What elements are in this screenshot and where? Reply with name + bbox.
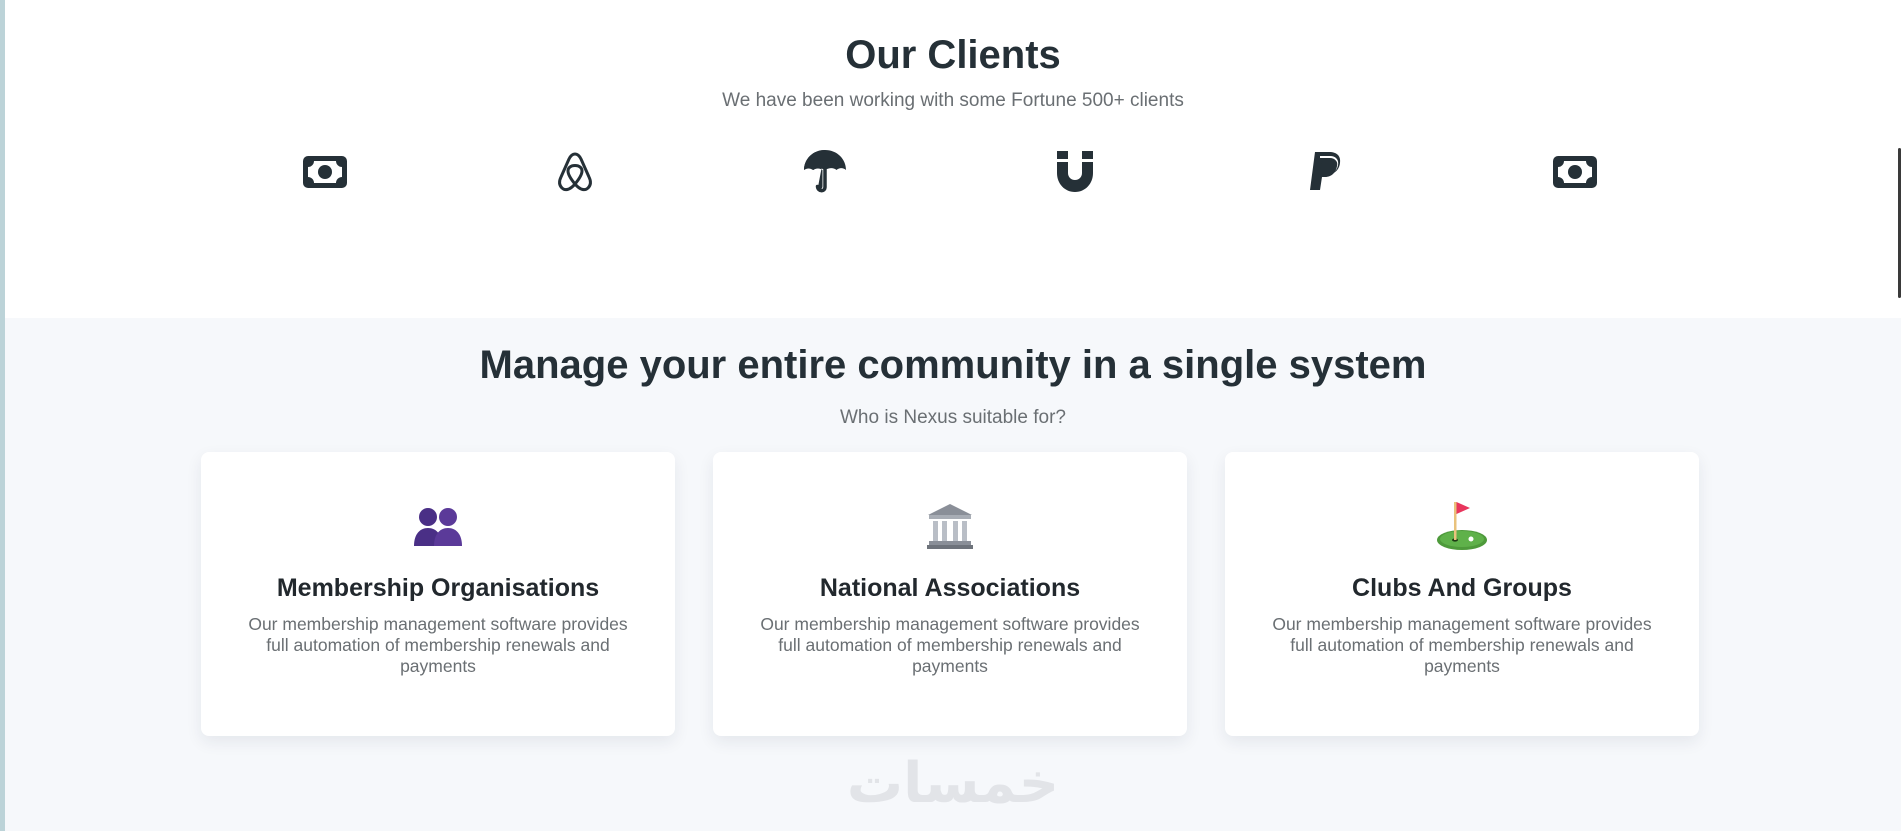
umbrella-icon — [799, 146, 851, 198]
airbnb-icon — [549, 146, 601, 198]
community-title: Manage your entire community in a single… — [479, 343, 1427, 387]
card-description: Our membership management software provi… — [1272, 614, 1652, 676]
clients-section: Our Clients We have been working with so… — [5, 0, 1901, 318]
card-title: National Associations — [819, 574, 1081, 602]
community-section: Manage your entire community in a single… — [5, 318, 1901, 831]
paypal-icon — [1299, 146, 1351, 198]
card-description: Our membership management software provi… — [248, 614, 628, 676]
clients-title: Our Clients — [845, 33, 1061, 77]
card-title: Clubs And Groups — [1352, 574, 1572, 602]
community-subtitle: Who is Nexus suitable for? — [840, 407, 1066, 428]
classical-building-icon — [713, 500, 1187, 552]
clients-subtitle: We have been working with some Fortune 5… — [722, 90, 1184, 111]
card-national-associations[interactable]: National Associations Our membership man… — [713, 452, 1187, 736]
money-bill-icon — [299, 146, 351, 198]
watermark-logo: خمسات — [846, 751, 1060, 816]
card-title: Membership Organisations — [276, 574, 600, 602]
people-silhouette-icon — [201, 500, 675, 552]
card-membership-organisations[interactable]: Membership Organisations Our membership … — [201, 452, 675, 736]
golf-flag-icon — [1225, 500, 1699, 552]
card-clubs-and-groups[interactable]: Clubs And Groups Our membership manageme… — [1225, 452, 1699, 736]
magnet-icon — [1049, 146, 1101, 198]
card-description: Our membership management software provi… — [760, 614, 1140, 676]
money-bill-icon — [1549, 146, 1601, 198]
